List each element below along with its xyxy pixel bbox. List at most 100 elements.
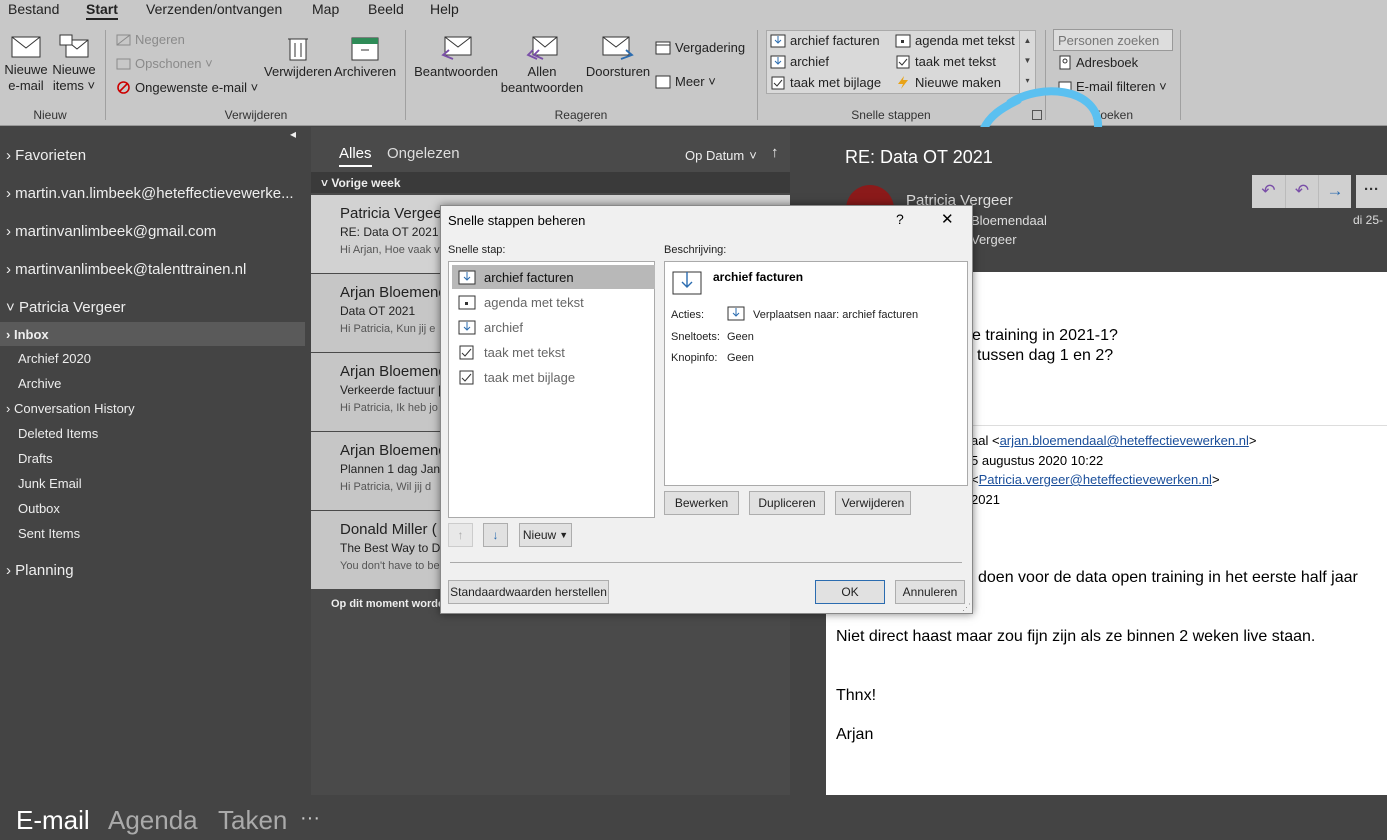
- forward-button[interactable]: Doorsturen: [585, 34, 651, 80]
- tab-unread[interactable]: Ongelezen: [387, 145, 460, 162]
- reply-button[interactable]: Beantwoorden: [414, 34, 498, 80]
- delete-button[interactable]: Verwijderen: [835, 491, 911, 515]
- addressbook-button[interactable]: Adresboek: [1058, 55, 1138, 70]
- ribbon-separator: [1180, 30, 1181, 120]
- nav-account-3[interactable]: › martinvanlimbeek@talenttrainen.nl: [6, 261, 311, 278]
- quick-step-name: taak met tekst: [484, 344, 565, 360]
- more-actions-icon[interactable]: ···: [1356, 175, 1387, 208]
- search-people-input[interactable]: [1053, 29, 1173, 51]
- junk-button[interactable]: Ongewenste e-mail ˅: [116, 80, 258, 95]
- move-up-button[interactable]: ↑: [448, 523, 473, 547]
- ignore-button[interactable]: Negeren: [116, 32, 185, 47]
- nav-folder-archief-2020[interactable]: Archief 2020: [18, 351, 323, 366]
- nav-folder-sent[interactable]: Sent Items: [18, 526, 323, 541]
- forward-icon[interactable]: →: [1318, 175, 1351, 208]
- edit-button[interactable]: Bewerken: [664, 491, 739, 515]
- list-item[interactable]: taak met tekst: [452, 340, 655, 364]
- qs-agenda-met-tekst[interactable]: agenda met tekst: [895, 33, 1015, 48]
- nav-account-label: martin.van.limbeek@heteffectievewerke...: [15, 185, 294, 202]
- qs-taak-met-bijlage[interactable]: taak met bijlage: [770, 75, 881, 90]
- module-tasks[interactable]: Taken: [218, 805, 287, 836]
- nav-folder-outbox[interactable]: Outbox: [18, 501, 323, 516]
- sort-direction-icon[interactable]: ↑: [771, 144, 779, 161]
- nav-planning[interactable]: › Planning: [6, 562, 311, 579]
- new-items-button[interactable]: Nieuwe items ˅: [50, 34, 98, 94]
- menu-start[interactable]: Start: [86, 1, 118, 20]
- menu-bestand[interactable]: Bestand: [8, 1, 59, 17]
- module-more[interactable]: ···: [300, 807, 320, 830]
- cleanup-icon: [116, 58, 131, 69]
- nav-account-1[interactable]: › martin.van.limbeek@heteffectievewerke.…: [6, 185, 311, 202]
- more-respond-button[interactable]: Meer ˅: [655, 74, 716, 89]
- dialog-title: Snelle stappen beheren: [448, 213, 586, 228]
- menu-beeld[interactable]: Beeld: [368, 1, 404, 17]
- scroll-up-icon[interactable]: ▲: [1020, 31, 1035, 51]
- duplicate-button[interactable]: Dupliceren: [749, 491, 825, 515]
- list-item[interactable]: archief facturen: [452, 265, 655, 289]
- new-email-button[interactable]: Nieuwe e-mail: [4, 34, 48, 94]
- nav-planning-label: Planning: [15, 562, 74, 579]
- nav-favorites[interactable]: › Favorieten: [6, 147, 311, 164]
- delete-label: Verwijderen: [264, 64, 332, 79]
- list-item[interactable]: archief: [452, 315, 655, 339]
- menu-help[interactable]: Help: [430, 1, 459, 17]
- archive-button[interactable]: Archiveren: [334, 34, 396, 80]
- nav-account-2[interactable]: › martinvanlimbeek@gmail.com: [6, 223, 311, 240]
- qs-archief[interactable]: archief: [770, 54, 829, 69]
- chevron-down-icon: ˅: [6, 299, 15, 316]
- nav-folder-conversation-history[interactable]: › Conversation History: [6, 401, 311, 416]
- collapse-pane-icon[interactable]: ◂: [290, 127, 296, 141]
- list-footer: Op dit moment worde: [331, 598, 445, 610]
- nav-folder-junk[interactable]: Junk Email: [18, 476, 323, 491]
- reading-subject: RE: Data OT 2021: [845, 147, 993, 167]
- header-from-link[interactable]: arjan.bloemendaal@heteffectievewerken.nl: [1000, 433, 1249, 448]
- scroll-down-icon[interactable]: ▼: [1020, 51, 1035, 71]
- qs-archief-facturen[interactable]: archief facturen: [770, 33, 880, 48]
- resize-grip-icon[interactable]: ⋰: [962, 602, 971, 613]
- reply-label: Beantwoorden: [414, 64, 498, 79]
- chevron-down-icon: ˅: [321, 176, 329, 190]
- ignore-icon: [116, 34, 131, 45]
- new-items-label-1: Nieuwe: [52, 62, 96, 77]
- reply-all-icon[interactable]: ↶: [1285, 175, 1318, 208]
- help-icon[interactable]: ?: [896, 211, 904, 227]
- sort-dropdown[interactable]: Op Datum ˅: [685, 148, 757, 163]
- list-item[interactable]: taak met bijlage: [452, 365, 655, 389]
- reply-icon[interactable]: ↶: [1252, 175, 1285, 208]
- archive-label: Archiveren: [334, 64, 397, 79]
- arrow-down-icon: ↓: [492, 528, 499, 542]
- caret-down-icon: ▼: [559, 530, 569, 540]
- trash-icon: [288, 38, 308, 61]
- module-mail[interactable]: E-mail: [16, 805, 90, 836]
- menu-map[interactable]: Map: [312, 1, 339, 17]
- chevron-right-icon: ›: [6, 401, 11, 416]
- move-down-button[interactable]: ↓: [483, 523, 508, 547]
- task-icon: [771, 76, 785, 90]
- new-email-label-2: e-mail: [8, 78, 44, 93]
- cleanup-button[interactable]: Opschonen ˅: [116, 56, 213, 71]
- group-header[interactable]: ˅ Vorige week: [311, 172, 790, 193]
- list-item[interactable]: agenda met tekst: [452, 290, 655, 314]
- meeting-button[interactable]: Vergadering: [655, 40, 745, 55]
- reply-all-icon: [526, 36, 558, 60]
- module-agenda[interactable]: Agenda: [108, 805, 198, 836]
- new-dropdown-button[interactable]: Nieuw ▼: [519, 523, 572, 547]
- addressbook-label: Adresboek: [1076, 55, 1139, 70]
- nav-folder-archive[interactable]: Archive: [18, 376, 323, 391]
- close-icon[interactable]: ✕: [941, 210, 954, 228]
- qs-taak-met-tekst[interactable]: taak met tekst: [895, 54, 996, 69]
- nav-account-4[interactable]: ˅ Patricia Vergeer: [6, 299, 311, 316]
- ok-button[interactable]: OK: [815, 580, 885, 604]
- reset-defaults-button[interactable]: Standaardwaarden herstellen: [448, 580, 609, 604]
- nav-folder-drafts[interactable]: Drafts: [18, 451, 323, 466]
- actions-value: Verplaatsen naar: archief facturen: [753, 309, 919, 321]
- tab-all[interactable]: Alles: [339, 145, 372, 167]
- menu-verzenden-ontvangen[interactable]: Verzenden/ontvangen: [146, 1, 282, 17]
- header-to-link[interactable]: Patricia.vergeer@heteffectievewerken.nl: [979, 472, 1212, 487]
- reply-all-button[interactable]: Allen beantwoorden: [500, 34, 584, 96]
- nav-folder-inbox[interactable]: › Inbox: [0, 322, 305, 346]
- nav-folder-deleted[interactable]: Deleted Items: [18, 426, 323, 441]
- description-panel: archief facturen Acties: Verplaatsen naa…: [664, 261, 968, 486]
- cancel-button[interactable]: Annuleren: [895, 580, 965, 604]
- delete-button[interactable]: Verwijderen: [264, 34, 332, 80]
